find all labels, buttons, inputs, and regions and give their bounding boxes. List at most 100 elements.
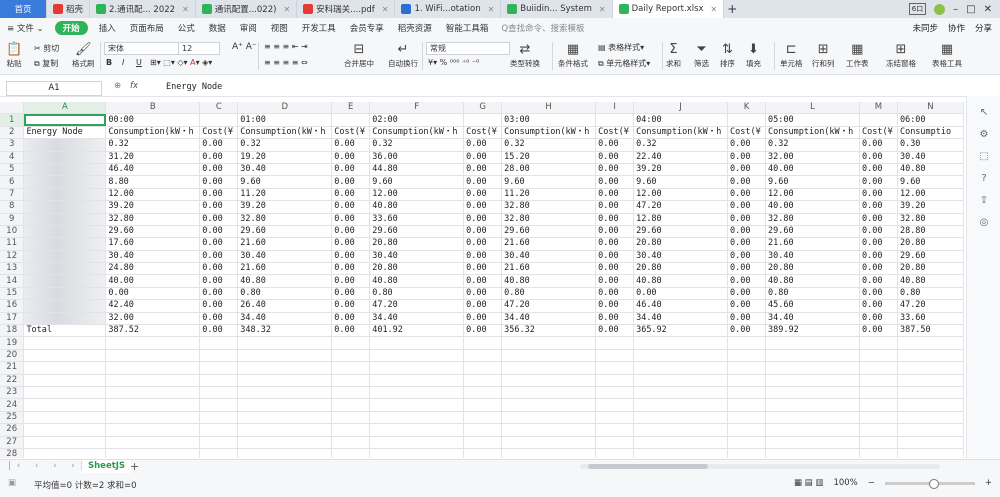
row-header[interactable]: 27 — [0, 436, 25, 449]
cell[interactable]: 0.00 — [859, 287, 898, 301]
cell[interactable] — [199, 349, 239, 363]
cell[interactable]: 9.60 — [369, 175, 465, 189]
cell[interactable] — [897, 336, 964, 350]
cell[interactable]: Consumption(kW・h — [105, 126, 201, 140]
shape-icon[interactable]: ⬚ — [967, 151, 1000, 162]
cell[interactable]: 0.00 — [727, 274, 767, 288]
worksheet-button[interactable]: ▦ 工作表 — [846, 42, 869, 69]
cell[interactable]: 28.00 — [501, 163, 597, 177]
cell[interactable]: 0.00 — [727, 262, 767, 276]
cell[interactable] — [369, 336, 465, 350]
cell[interactable]: 34.40 — [237, 312, 333, 326]
cell[interactable]: Cost(¥ — [199, 126, 239, 140]
cell[interactable]: 0.32 — [237, 138, 333, 152]
tab-document[interactable]: Daily Report.xlsx ✕ — [612, 0, 725, 18]
cell[interactable]: 0.00 — [727, 225, 767, 239]
cell[interactable] — [331, 336, 371, 350]
cut-button[interactable]: ✂ 剪切 — [34, 43, 59, 54]
type-convert-button[interactable]: ⇄ 类型转换 — [510, 42, 540, 69]
cell[interactable] — [199, 113, 239, 127]
cell[interactable]: 45.60 — [765, 299, 860, 313]
cell[interactable] — [331, 448, 371, 458]
cell[interactable]: 0.00 — [463, 237, 503, 251]
cell[interactable]: 0.00 — [595, 237, 635, 251]
cell[interactable]: 0.00 — [331, 274, 371, 288]
italic-button[interactable]: I — [122, 58, 124, 67]
cell[interactable]: 0.00 — [463, 287, 503, 301]
cell[interactable]: 0.00 — [199, 324, 239, 338]
cell[interactable]: 0.00 — [463, 213, 503, 226]
row-header[interactable]: 4 — [0, 151, 25, 164]
column-header[interactable]: C — [199, 102, 239, 115]
cell[interactable]: 30.40 — [897, 151, 964, 164]
cell[interactable] — [23, 113, 107, 127]
cell[interactable]: 9.60 — [501, 175, 597, 189]
zoom-out-icon[interactable]: − — [868, 478, 875, 488]
cell[interactable] — [633, 448, 729, 458]
cell[interactable]: 0.00 — [595, 262, 635, 276]
menu-item[interactable]: 插入 — [92, 22, 123, 34]
close-tab-icon[interactable]: ✕ — [488, 5, 495, 14]
fill-button[interactable]: ⬇ 填充 — [746, 42, 761, 69]
cell[interactable] — [859, 374, 898, 388]
cell[interactable]: 0.00 — [727, 151, 767, 164]
cell[interactable]: 0.00 — [331, 324, 371, 338]
cell[interactable]: 0.00 — [727, 175, 767, 189]
cell[interactable]: 12.00 — [369, 188, 465, 202]
cell[interactable] — [727, 386, 767, 400]
column-header[interactable]: H — [501, 102, 597, 115]
cell[interactable]: 40.80 — [633, 274, 729, 288]
cell[interactable]: 11.20 — [501, 188, 597, 202]
cell[interactable]: Total — [23, 324, 107, 338]
cell[interactable]: 0.80 — [765, 287, 860, 301]
cell[interactable]: 0.00 — [463, 250, 503, 264]
cell[interactable] — [463, 336, 503, 350]
cell[interactable]: 30.40 — [501, 250, 597, 264]
cell[interactable]: 0.00 — [331, 175, 371, 189]
cell[interactable]: 0.00 — [331, 163, 371, 177]
cell[interactable]: 40.80 — [369, 274, 465, 288]
cell[interactable] — [23, 436, 107, 449]
cell[interactable]: 0.00 — [331, 287, 371, 301]
cell[interactable]: Consumption(kW・h — [633, 126, 729, 140]
cell[interactable]: 0.00 — [199, 213, 239, 226]
cell[interactable] — [237, 398, 333, 412]
cell[interactable] — [501, 423, 597, 437]
cell[interactable]: 0.00 — [331, 151, 371, 164]
cell[interactable] — [859, 349, 898, 363]
cell[interactable] — [331, 386, 371, 400]
cell[interactable]: 39.20 — [897, 200, 964, 214]
copy-button[interactable]: ⧉ 复制 — [34, 58, 58, 69]
cell[interactable]: 0.00 — [463, 324, 503, 338]
cell[interactable] — [897, 349, 964, 363]
cell[interactable] — [463, 374, 503, 388]
cell[interactable] — [727, 361, 767, 375]
cell[interactable] — [633, 386, 729, 400]
layout-badge[interactable]: 6口 — [908, 3, 927, 15]
cell[interactable]: 0.32 — [369, 138, 465, 152]
cell[interactable] — [23, 423, 107, 437]
row-header[interactable]: 12 — [0, 250, 25, 264]
cell[interactable]: 24.80 — [105, 262, 201, 276]
tab-document[interactable]: 1. WiFi...otation ✕ — [395, 0, 502, 18]
cell[interactable]: 0.00 — [595, 250, 635, 264]
cell[interactable]: 0.00 — [727, 287, 767, 301]
zoom-slider[interactable] — [884, 478, 975, 489]
cell[interactable] — [463, 436, 503, 449]
cell[interactable] — [859, 448, 898, 458]
row-header[interactable]: 7 — [0, 188, 25, 202]
cell[interactable]: 12.00 — [765, 188, 860, 202]
cell[interactable]: 12.80 — [633, 213, 729, 226]
cell[interactable]: 33.60 — [897, 312, 964, 326]
cell[interactable] — [897, 411, 964, 425]
cell[interactable]: 0.00 — [859, 175, 898, 189]
paste-button[interactable]: 📋 粘贴 — [6, 42, 22, 69]
cell[interactable] — [105, 448, 201, 458]
cell[interactable]: 40.80 — [897, 274, 964, 288]
cell[interactable]: 0.00 — [463, 188, 503, 202]
column-header[interactable]: F — [369, 102, 465, 115]
cell[interactable]: 0.80 — [369, 287, 465, 301]
minimize-button[interactable]: – — [953, 4, 958, 15]
cell[interactable] — [501, 386, 597, 400]
cell[interactable] — [199, 423, 239, 437]
